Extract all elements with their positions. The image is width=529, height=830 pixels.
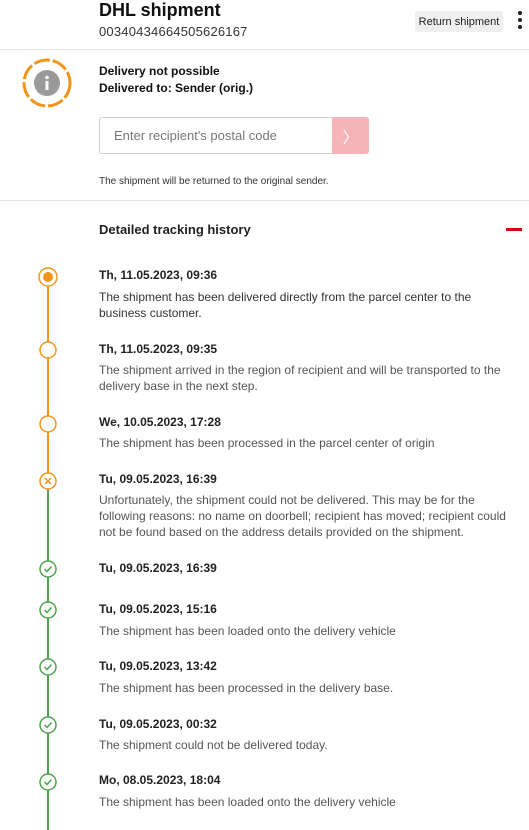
event-description: The shipment has been loaded onto the de…	[99, 795, 396, 809]
event-date: Th, 11.05.2023, 09:36	[99, 268, 218, 282]
event-date: We, 10.05.2023, 17:28	[99, 415, 221, 429]
event-description: The shipment has been processed in the d…	[99, 681, 394, 695]
event-description: Unfortunately, the shipment could not be…	[99, 493, 506, 539]
event-date: Tu, 09.05.2023, 00:32	[99, 717, 217, 731]
event-description: The shipment has been processed in the p…	[99, 436, 435, 450]
step-open-icon	[39, 341, 57, 359]
event-description: The shipment arrived in the region of re…	[99, 363, 501, 393]
event-date: Tu, 09.05.2023, 15:16	[99, 602, 217, 616]
check-icon	[39, 560, 57, 578]
event-date: Th, 11.05.2023, 09:35	[99, 342, 218, 356]
event-date: Mo, 08.05.2023, 18:04	[99, 773, 221, 787]
delivered-icon	[38, 267, 58, 287]
event-description: The shipment could not be delivered toda…	[99, 738, 328, 752]
event-description: The shipment has been delivered directly…	[99, 290, 472, 320]
event-date: Tu, 09.05.2023, 13:42	[99, 659, 217, 673]
event-date: Tu, 09.05.2023, 16:39	[99, 561, 217, 575]
step-open-icon	[39, 415, 57, 433]
check-icon	[39, 601, 57, 619]
check-icon	[39, 773, 57, 791]
check-icon	[39, 658, 57, 676]
failed-icon	[39, 472, 57, 490]
timeline-graphic	[38, 267, 58, 830]
event-date: Tu, 09.05.2023, 16:39	[99, 472, 217, 486]
check-icon	[39, 716, 57, 734]
event-description: The shipment has been loaded onto the de…	[99, 624, 396, 638]
